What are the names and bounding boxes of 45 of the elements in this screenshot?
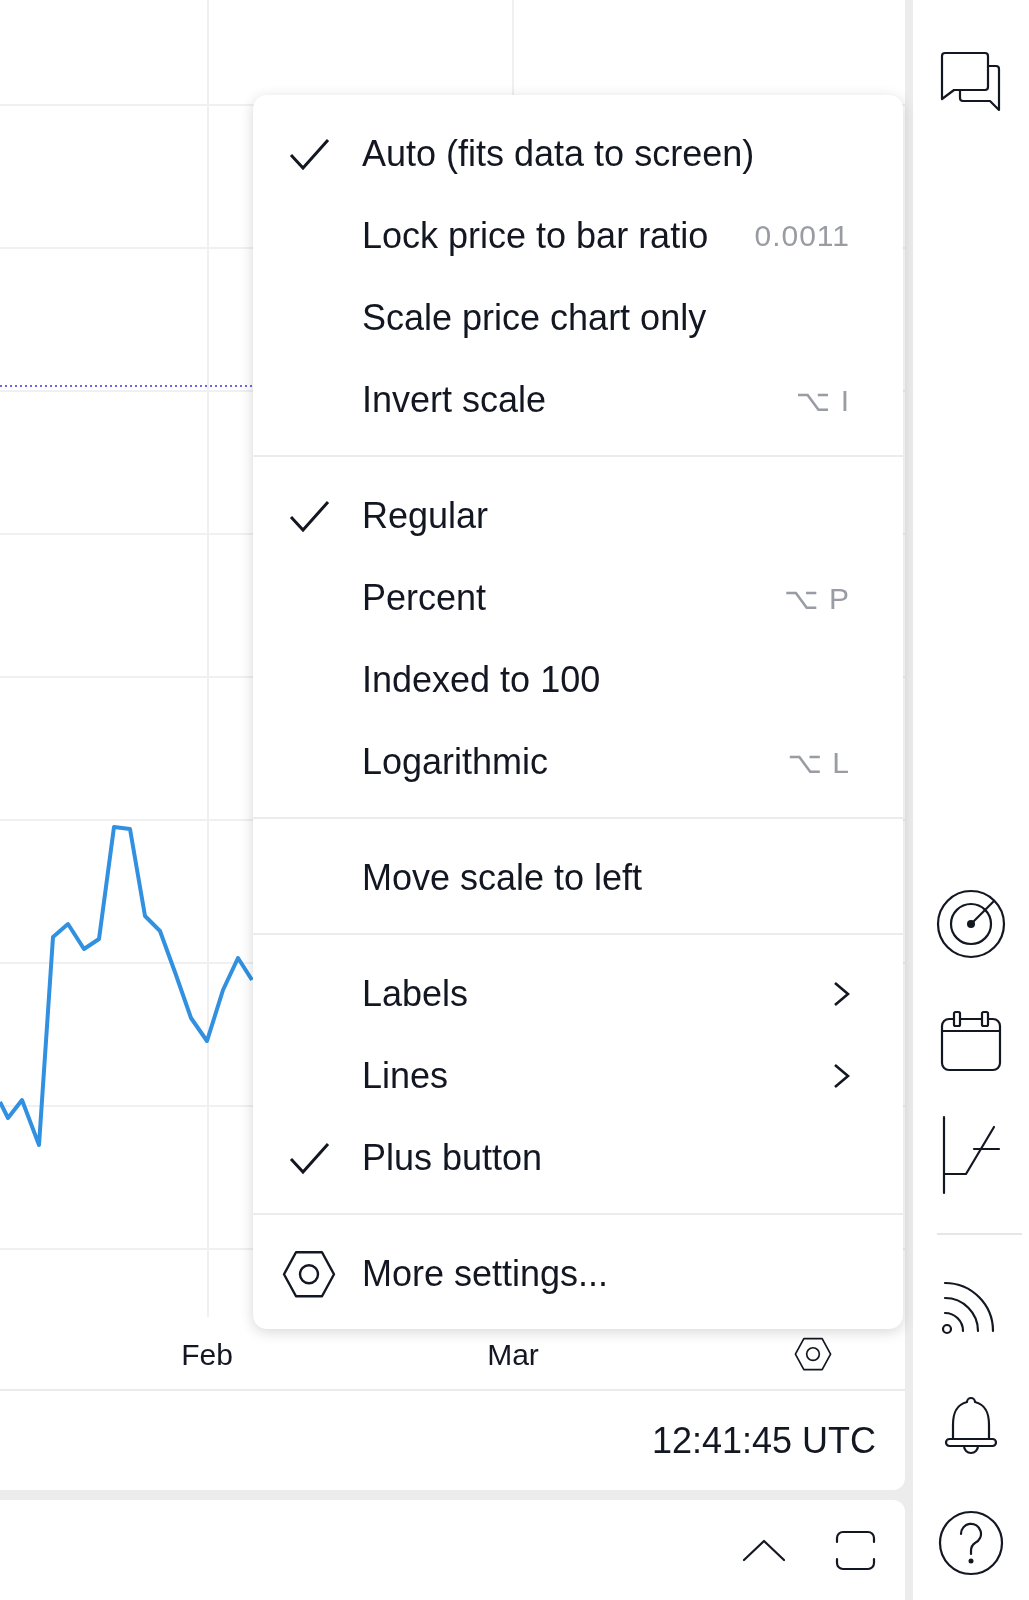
menu-item-label: Move scale to left: [362, 857, 644, 899]
time-axis-label: Mar: [486, 1337, 540, 1372]
menu-item[interactable]: Logarithmic ⌥ L: [253, 721, 903, 803]
menu-item-label: Invert scale: [362, 379, 548, 421]
fullscreen-icon[interactable]: [835, 1529, 876, 1571]
menu-item[interactable]: Scale price chart only: [253, 277, 903, 359]
menu-item[interactable]: Auto (fits data to screen): [253, 113, 903, 195]
chat-icon[interactable]: [940, 51, 1002, 113]
chevron-right-icon: [833, 981, 850, 1007]
ratio-value: 0.0011: [754, 219, 850, 253]
menu-item[interactable]: Lines: [253, 1035, 903, 1117]
shortcut-text: ⌥ P: [784, 580, 850, 616]
menu-item-label: Auto (fits data to screen): [362, 133, 756, 175]
target-icon[interactable]: [936, 889, 1006, 959]
menu-item-label: Scale price chart only: [362, 297, 708, 339]
line-tool-icon[interactable]: [941, 1115, 1001, 1195]
menu-item-label: Percent: [362, 577, 488, 619]
bell-icon[interactable]: [943, 1395, 999, 1457]
menu-item-label: Plus button: [362, 1137, 544, 1179]
menu-item-label: Lines: [362, 1055, 450, 1097]
menu-item-label: Lock price to bar ratio: [362, 215, 710, 257]
menu-item-label: Labels: [362, 973, 470, 1015]
settings-icon: [282, 1249, 336, 1299]
menu-item[interactable]: Percent ⌥ P: [253, 557, 903, 639]
menu-item[interactable]: Invert scale ⌥ I: [253, 359, 903, 441]
menu-item-label: Indexed to 100: [362, 659, 602, 701]
time-axis-label: Feb: [180, 1337, 234, 1372]
shortcut-text: ⌥ I: [795, 382, 850, 418]
menu-item[interactable]: Labels: [253, 953, 903, 1035]
menu-item-label: More settings...: [362, 1253, 610, 1295]
chevron-up-icon[interactable]: [742, 1538, 786, 1562]
settings-icon[interactable]: [794, 1337, 832, 1372]
menu-item[interactable]: Move scale to left: [253, 837, 903, 919]
menu-item[interactable]: Indexed to 100: [253, 639, 903, 721]
menu-item[interactable]: Lock price to bar ratio 0.0011: [253, 195, 903, 277]
calendar-icon[interactable]: [940, 1010, 1002, 1072]
menu-item-label: Regular: [362, 495, 490, 537]
chevron-right-icon: [833, 1063, 850, 1089]
menu-item[interactable]: Regular: [253, 475, 903, 557]
menu-item[interactable]: Plus button: [253, 1117, 903, 1199]
help-icon[interactable]: [938, 1510, 1004, 1576]
clock-text[interactable]: 12:41:45 UTC: [651, 1419, 876, 1462]
shortcut-text: ⌥ L: [787, 744, 850, 780]
menu-item-label: Logarithmic: [362, 741, 550, 783]
menu-item[interactable]: More settings...: [253, 1233, 903, 1315]
